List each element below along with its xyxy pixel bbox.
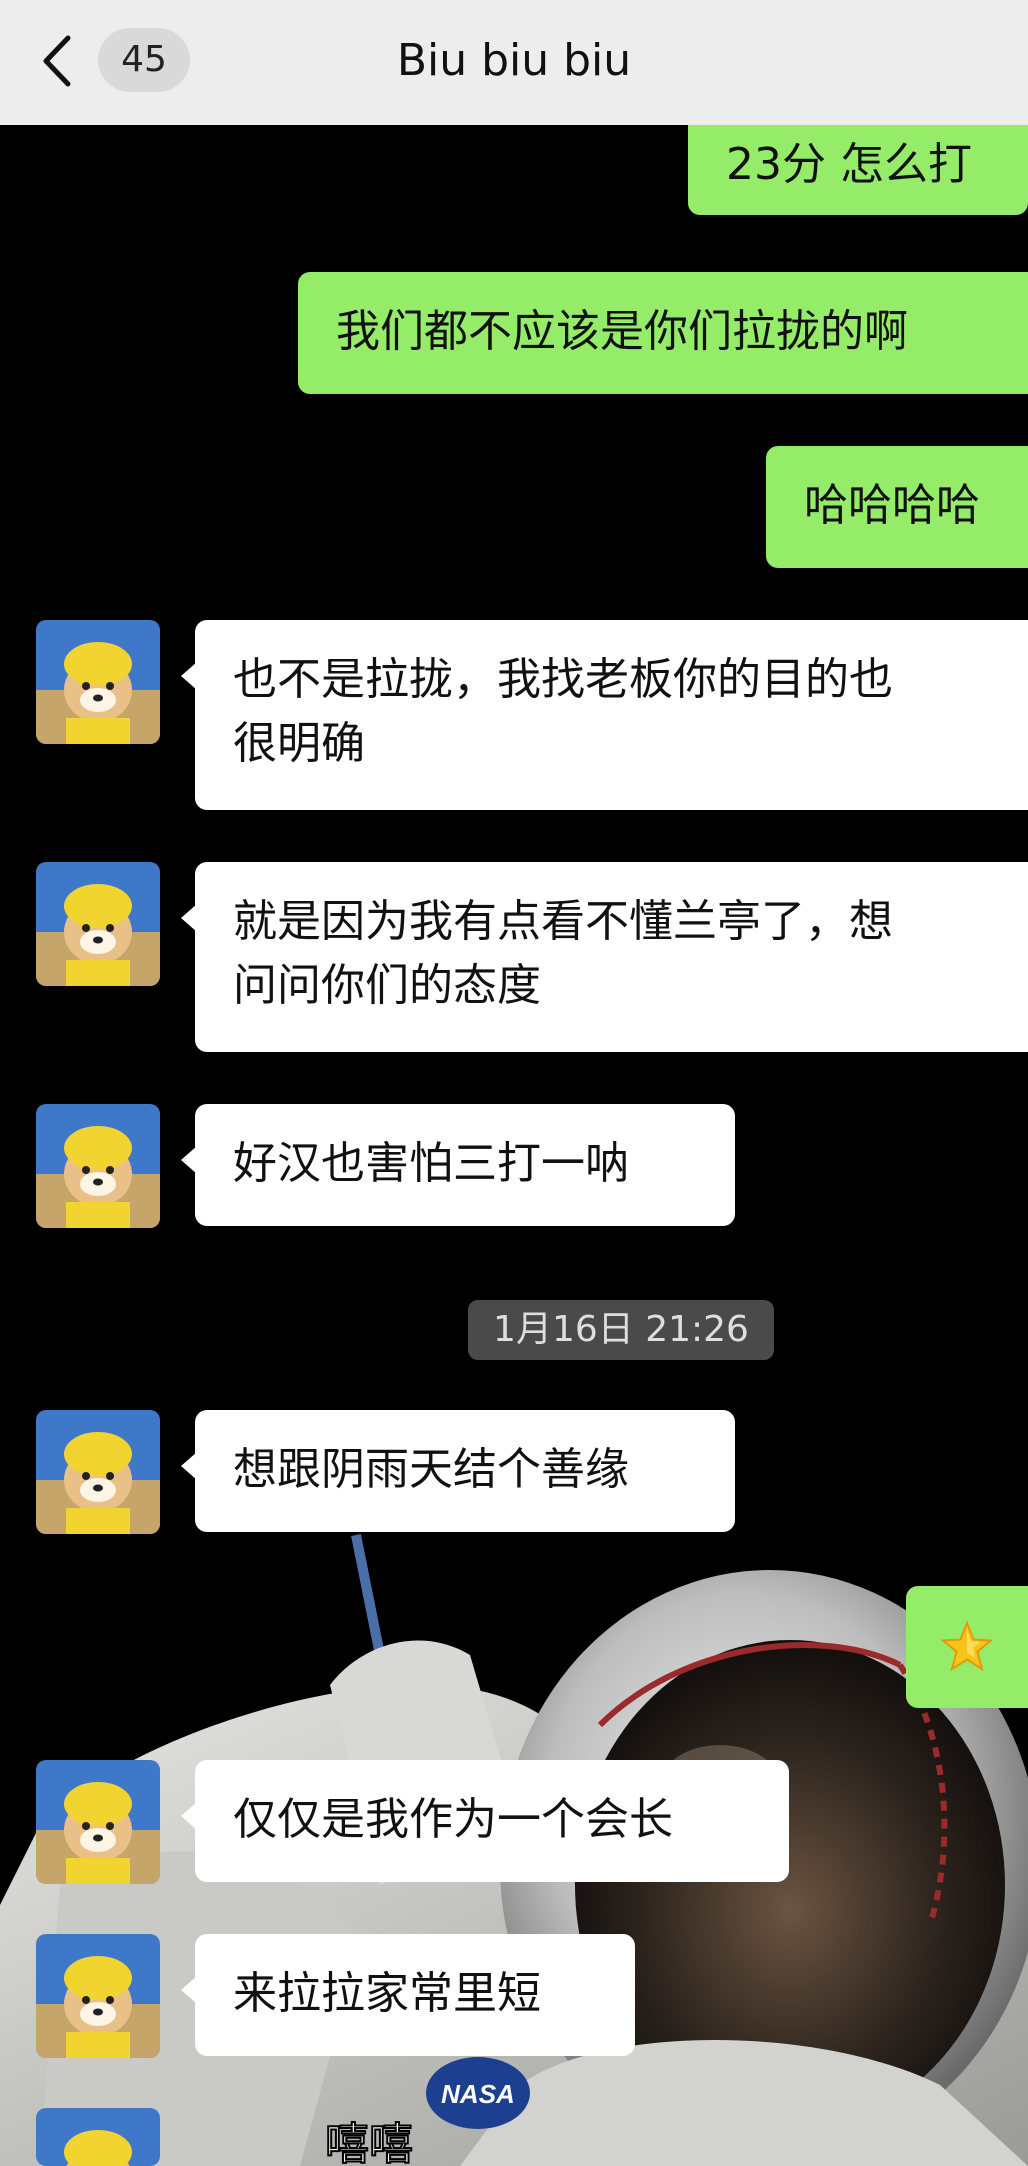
avatar[interactable] <box>36 1760 160 1884</box>
message-list: 23分 怎么打 我们都不应该是你们拉拢的啊 哈哈哈哈 也不是拉拢，我找老板你的目… <box>0 0 1028 2166</box>
message-bubble-incoming[interactable]: 好汉也害怕三打一呐 <box>181 1104 735 1226</box>
star-emoji-icon <box>940 1620 994 1672</box>
message-text-line: 问问你们的态度 <box>233 960 541 1011</box>
message-text: 来拉拉家常里短 <box>233 1968 541 2019</box>
message-text-line: 也不是拉拢，我找老板你的目的也 <box>233 654 893 705</box>
message-bubble-incoming[interactable]: 就是因为我有点看不懂兰亭了，想 问问你们的态度 <box>181 862 1028 1052</box>
message-bubble-outgoing[interactable]: 哈哈哈哈 <box>766 446 1028 568</box>
timestamp-label: 1月16日 21:26 <box>468 1300 774 1360</box>
shiba-dog-avatar-icon <box>36 1104 160 1228</box>
shiba-dog-avatar-icon <box>36 862 160 986</box>
chat-header: 45 Biu biu biu <box>0 0 1028 125</box>
avatar[interactable] <box>36 1104 160 1228</box>
avatar[interactable] <box>36 1934 160 2058</box>
message-bubble-incoming[interactable]: 来拉拉家常里短 <box>181 1934 635 2056</box>
shiba-dog-avatar-icon <box>36 1934 160 2058</box>
message-text: 仅仅是我作为一个会长 <box>233 1794 673 1845</box>
avatar[interactable] <box>36 620 160 744</box>
message-text: 好汉也害怕三打一呐 <box>233 1138 629 1189</box>
shiba-dog-avatar-icon <box>36 2108 160 2166</box>
shiba-dog-avatar-icon <box>36 1760 160 1884</box>
message-text-line: 就是因为我有点看不懂兰亭了，想 <box>233 896 893 947</box>
message-bubble-incoming[interactable]: 想跟阴雨天结个善缘 <box>181 1410 735 1532</box>
message-text-line: 很明确 <box>233 718 365 769</box>
message-text: 想跟阴雨天结个善缘 <box>233 1444 629 1495</box>
avatar[interactable] <box>36 862 160 986</box>
message-bubble-incoming[interactable]: 也不是拉拢，我找老板你的目的也 很明确 <box>181 620 1028 810</box>
avatar[interactable] <box>36 1410 160 1534</box>
chat-title: Biu biu biu <box>396 35 632 86</box>
avatar[interactable] <box>36 2108 160 2166</box>
shiba-dog-avatar-icon <box>36 1410 160 1534</box>
message-bubble-incoming[interactable]: 仅仅是我作为一个会长 <box>181 1760 789 1882</box>
shiba-dog-avatar-icon <box>36 620 160 744</box>
message-text: 哈哈哈哈 <box>804 480 980 531</box>
message-bubble-outgoing[interactable]: 23分 怎么打 <box>688 115 1028 215</box>
message-text: 我们都不应该是你们拉拢的啊 <box>336 306 908 357</box>
message-text: 23分 怎么打 <box>726 139 972 190</box>
message-bubble-outgoing[interactable]: 我们都不应该是你们拉拢的啊 <box>298 272 1028 394</box>
message-bubble-outgoing[interactable] <box>906 1586 1028 1708</box>
